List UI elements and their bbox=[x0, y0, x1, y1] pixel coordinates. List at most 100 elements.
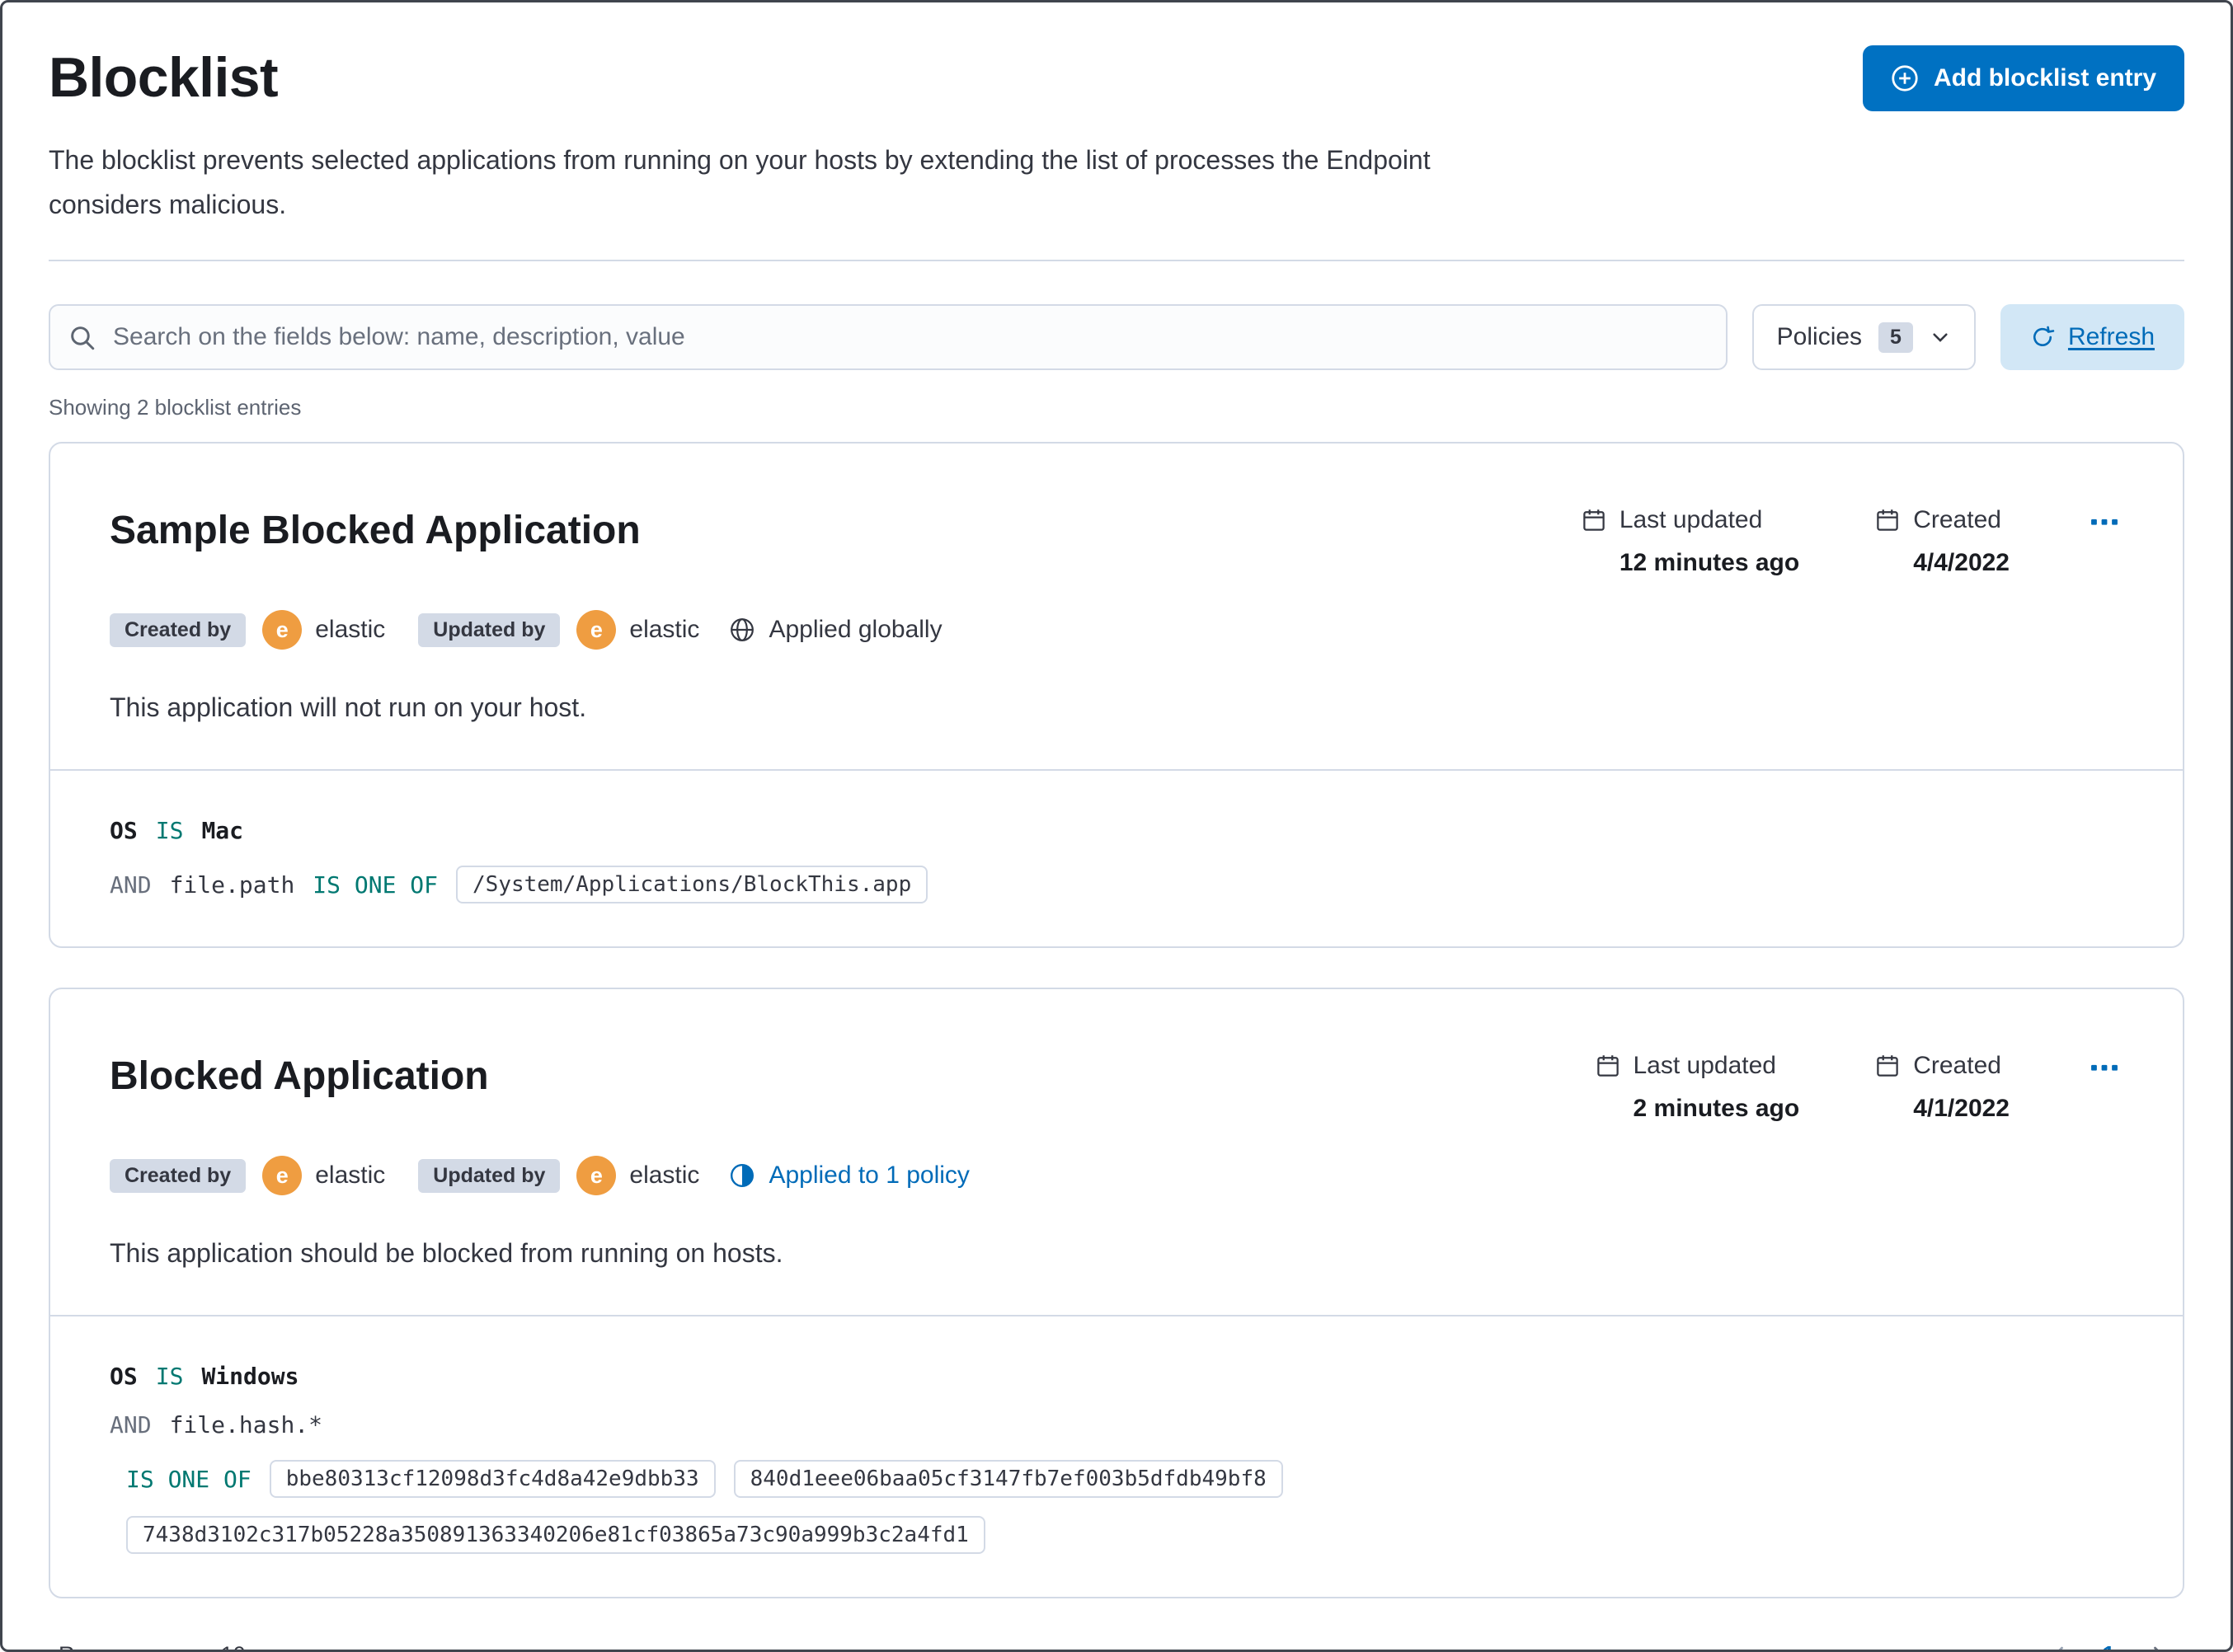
criteria-os-line: OS IS Mac bbox=[110, 817, 2123, 844]
entry-title: Sample Blocked Application bbox=[110, 509, 641, 552]
created-by-user: elastic bbox=[315, 1162, 386, 1189]
updated-by-user: elastic bbox=[629, 616, 700, 643]
criteria-os-operator: IS bbox=[155, 1363, 184, 1390]
entry-actions-menu-button[interactable] bbox=[2085, 1049, 2123, 1092]
header-divider bbox=[49, 260, 2184, 261]
table-footer: Rows per page: 10 1 bbox=[49, 1638, 2184, 1652]
updated-by-avatar: e bbox=[576, 610, 617, 650]
boxes-horizontal-icon bbox=[2091, 1064, 2118, 1071]
criteria-os-field: OS bbox=[110, 1363, 138, 1390]
previous-page-button[interactable] bbox=[2043, 1638, 2076, 1650]
chevron-down-icon bbox=[1933, 333, 1948, 342]
criteria-value: 7438d3102c317b05228a350891363340206e81cf… bbox=[126, 1516, 985, 1554]
add-blocklist-entry-button[interactable]: Add blocklist entry bbox=[1862, 45, 2184, 111]
criteria-conjunction: AND bbox=[110, 1411, 152, 1438]
created-value: 4/4/2022 bbox=[1913, 549, 2010, 576]
criteria-os-line: OS IS Windows bbox=[110, 1363, 2123, 1390]
created-by-avatar: e bbox=[262, 610, 303, 650]
last-updated-meta: Last updated 12 minutes ago bbox=[1582, 506, 1799, 577]
results-count: Showing 2 blocklist entries bbox=[49, 395, 302, 420]
page-header: Blocklist Add blocklist entry bbox=[49, 45, 2184, 111]
chevron-left-icon bbox=[2059, 1646, 2064, 1650]
created-meta: Created 4/4/2022 bbox=[1875, 506, 2010, 577]
refresh-button[interactable]: Refresh bbox=[2000, 304, 2184, 370]
entry-header: Blocked Application Last updated 2 minut… bbox=[50, 989, 2183, 1315]
boxes-horizontal-icon bbox=[2091, 519, 2118, 525]
entry-header: Sample Blocked Application Last updated … bbox=[50, 444, 2183, 769]
entry-criteria: OS IS Mac AND file.path IS ONE OF /Syste… bbox=[50, 769, 2183, 946]
last-updated-meta: Last updated 2 minutes ago bbox=[1596, 1052, 1800, 1123]
entry-title: Blocked Application bbox=[110, 1054, 489, 1098]
criteria-field: file.path bbox=[169, 871, 295, 899]
applied-policy-link[interactable]: Applied to 1 policy bbox=[729, 1162, 970, 1190]
policies-count-badge: 5 bbox=[1878, 321, 1913, 353]
globe-icon bbox=[731, 618, 755, 641]
created-by-avatar: e bbox=[262, 1156, 303, 1195]
created-label: Created bbox=[1913, 1052, 2001, 1079]
policies-filter-label: Policies bbox=[1776, 323, 1863, 350]
entry-attribution: Created by e elastic Updated by e elasti… bbox=[110, 610, 2123, 650]
calendar-icon bbox=[1583, 509, 1605, 531]
applied-policy-label: Applied to 1 policy bbox=[769, 1162, 970, 1189]
partial-circle-icon bbox=[731, 1163, 755, 1188]
refresh-icon bbox=[2033, 326, 2055, 346]
rows-per-page-button[interactable]: Rows per page: 10 bbox=[59, 1642, 277, 1652]
entry-dates: Last updated 2 minutes ago Created 4/1/2… bbox=[1596, 1052, 2010, 1123]
criteria-os-value: Mac bbox=[201, 817, 244, 844]
search-box bbox=[49, 304, 1728, 370]
search-icon bbox=[71, 326, 95, 350]
last-updated-label: Last updated bbox=[1633, 1052, 1776, 1079]
criteria-value: bbe80313cf12098d3fc4d8a42e9dbb33 bbox=[269, 1460, 716, 1498]
blocklist-entry-card: Sample Blocked Application Last updated … bbox=[49, 442, 2184, 948]
last-updated-value: 12 minutes ago bbox=[1619, 549, 1800, 576]
criteria-operator: IS ONE OF bbox=[313, 871, 439, 899]
blocklist-page: Blocklist Add blocklist entry The blockl… bbox=[2, 2, 2231, 1650]
entry-description: This application will not run on your ho… bbox=[110, 692, 587, 722]
entry-criteria: OS IS Windows AND file.hash.* IS ONE OF … bbox=[50, 1315, 2183, 1597]
page-description: The blocklist prevents selected applicat… bbox=[49, 145, 1431, 219]
toolbar: Policies 5 Refresh bbox=[49, 304, 2184, 370]
chevron-right-icon bbox=[2154, 1646, 2159, 1650]
rows-per-page-label: Rows per page: 10 bbox=[59, 1642, 246, 1650]
updated-by-user: elastic bbox=[629, 1162, 700, 1189]
search-input[interactable] bbox=[49, 304, 1728, 370]
created-value: 4/1/2022 bbox=[1913, 1095, 2010, 1122]
pagination: 1 bbox=[2043, 1638, 2174, 1650]
last-updated-value: 2 minutes ago bbox=[1633, 1095, 1800, 1122]
policies-filter-button[interactable]: Policies 5 bbox=[1751, 304, 1976, 370]
entry-dates: Last updated 12 minutes ago Created 4/4/… bbox=[1582, 506, 2010, 577]
plus-in-circle-icon bbox=[1892, 65, 1918, 92]
created-meta: Created 4/1/2022 bbox=[1875, 1052, 2010, 1123]
calendar-icon bbox=[1596, 1055, 1619, 1077]
add-blocklist-entry-label: Add blocklist entry bbox=[1933, 64, 2156, 92]
criteria-value: /System/Applications/BlockThis.app bbox=[456, 866, 928, 903]
updated-by-badge: Updated by bbox=[418, 612, 561, 647]
criteria-field-line: AND file.hash.* bbox=[110, 1411, 2123, 1438]
created-by-badge: Created by bbox=[110, 1158, 247, 1193]
criteria-value: 840d1eee06baa05cf3147fb7ef003b5dfdb49bf8 bbox=[733, 1460, 1283, 1498]
chevron-down-icon bbox=[257, 1645, 277, 1652]
created-by-badge: Created by bbox=[110, 612, 247, 647]
updated-by-avatar: e bbox=[576, 1156, 617, 1195]
page-1-button[interactable]: 1 bbox=[2102, 1641, 2115, 1650]
refresh-label: Refresh bbox=[2067, 323, 2155, 350]
criteria-os-value: Windows bbox=[201, 1363, 299, 1390]
criteria-operator: IS ONE OF bbox=[126, 1465, 252, 1493]
entry-attribution: Created by e elastic Updated by e elasti… bbox=[110, 1156, 2123, 1195]
criteria-values-line: IS ONE OF bbe80313cf12098d3fc4d8a42e9dbb… bbox=[126, 1460, 2123, 1554]
calendar-icon bbox=[1877, 509, 1898, 531]
criteria-field: file.hash.* bbox=[169, 1411, 323, 1438]
next-page-button[interactable] bbox=[2141, 1638, 2174, 1650]
criteria-os-field: OS bbox=[110, 817, 138, 844]
applied-scope: Applied globally bbox=[729, 616, 943, 644]
updated-by-badge: Updated by bbox=[418, 1158, 561, 1193]
created-label: Created bbox=[1913, 506, 2001, 533]
entry-actions-menu-button[interactable] bbox=[2085, 503, 2123, 547]
last-updated-label: Last updated bbox=[1619, 506, 1763, 533]
applied-scope-label: Applied globally bbox=[769, 616, 943, 643]
blocklist-entry-card: Blocked Application Last updated 2 minut… bbox=[49, 988, 2184, 1598]
calendar-icon bbox=[1877, 1055, 1898, 1077]
app-window: Blocklist Add blocklist entry The blockl… bbox=[0, 0, 2233, 1652]
criteria-condition-line: AND file.path IS ONE OF /System/Applicat… bbox=[110, 866, 2123, 903]
page-title: Blocklist bbox=[49, 46, 279, 109]
